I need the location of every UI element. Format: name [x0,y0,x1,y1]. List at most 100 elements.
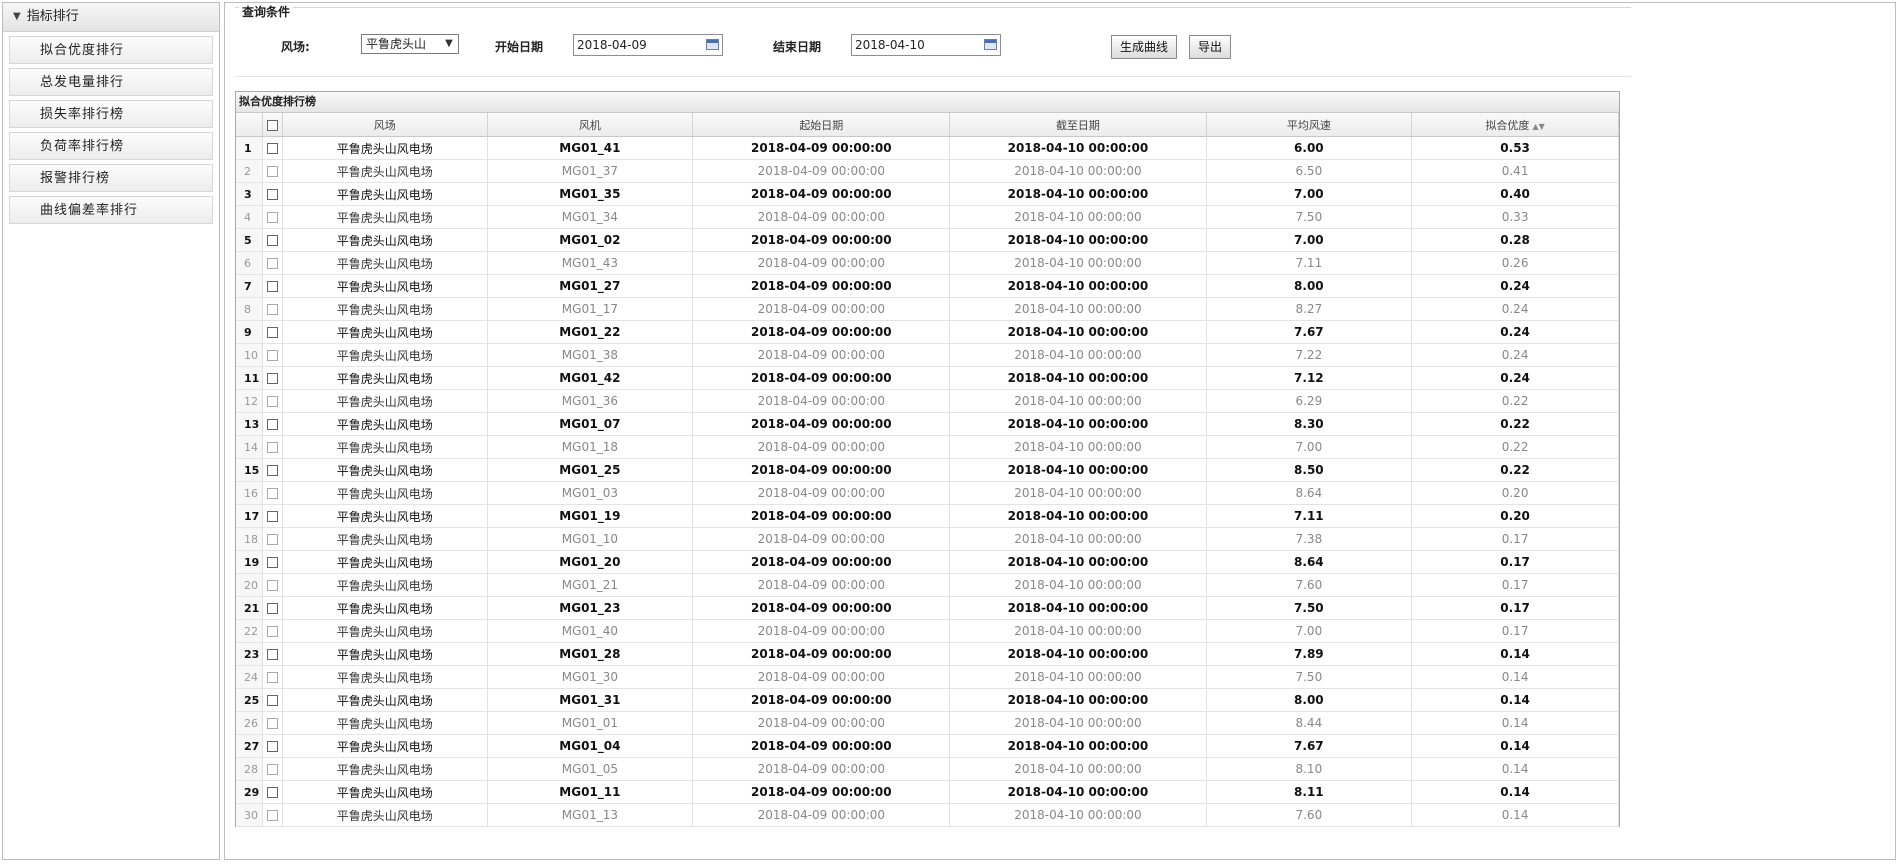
table-row[interactable]: 23 平鲁虎头山风电场 MG01_28 2018-04-09 00:00:00 2018… [236,642,1619,666]
row-checkbox[interactable] [266,603,278,614]
cell-fit-goodness: 0.14 [1411,665,1619,689]
sidebar-item-fit-ranking[interactable]: 拟合优度排行 [9,36,213,64]
column-header-avg-wind-speed[interactable]: 平均风速 [1206,113,1413,137]
row-checkbox[interactable] [266,511,278,522]
cell-fit-goodness: 0.40 [1411,182,1619,206]
row-checkbox[interactable] [266,810,278,821]
select-all-checkbox[interactable] [266,119,278,131]
row-checkbox[interactable] [266,396,278,407]
row-checkbox[interactable] [266,189,278,200]
row-checkbox[interactable] [266,442,278,453]
table-row[interactable]: 7 平鲁虎头山风电场 MG01_27 2018-04-09 00:00:00 2018-… [236,274,1619,298]
cell-turbine: MG01_36 [487,389,694,413]
sort-icon[interactable]: ▲▼ [1532,122,1544,131]
table-row[interactable]: 22 平鲁虎头山风电场 MG01_40 2018-04-09 00:00:00 2018… [236,619,1619,643]
row-checkbox[interactable] [266,672,278,683]
table-row[interactable]: 28 平鲁虎头山风电场 MG01_05 2018-04-09 00:00:00 2018… [236,757,1619,781]
row-checkbox[interactable] [266,626,278,637]
row-checkbox-cell [262,297,283,321]
row-checkbox[interactable] [266,143,278,154]
table-row[interactable]: 13 平鲁虎头山风电场 MG01_07 2018-04-09 00:00:00 2018… [236,412,1619,436]
table-row[interactable]: 26 平鲁虎头山风电场 MG01_01 2018-04-09 00:00:00 2018… [236,711,1619,735]
row-checkbox[interactable] [266,304,278,315]
row-checkbox[interactable] [266,580,278,591]
table-row[interactable]: 4 平鲁虎头山风电场 MG01_34 2018-04-09 00:00:00 2018-… [236,205,1619,229]
row-checkbox[interactable] [266,235,278,246]
row-checkbox[interactable] [266,649,278,660]
cell-start-date: 2018-04-09 00:00:00 [692,274,951,298]
column-header-start-date[interactable]: 起始日期 [692,113,951,137]
generate-curve-button[interactable]: 生成曲线 [1111,35,1178,59]
table-row[interactable]: 29 平鲁虎头山风电场 MG01_11 2018-04-09 00:00:00 2018… [236,780,1619,804]
row-checkbox[interactable] [266,166,278,177]
column-header-turbine[interactable]: 风机 [487,113,694,137]
table-row[interactable]: 8 平鲁虎头山风电场 MG01_17 2018-04-09 00:00:00 2018-… [236,297,1619,321]
row-checkbox[interactable] [266,465,278,476]
row-checkbox[interactable] [266,327,278,338]
row-checkbox[interactable] [266,488,278,499]
cell-start-date: 2018-04-09 00:00:00 [692,665,951,689]
cell-avg-wind-speed: 7.11 [1206,504,1413,528]
table-row[interactable]: 10 平鲁虎头山风电场 MG01_38 2018-04-09 00:00:00 2018… [236,343,1619,367]
table-row[interactable]: 5 平鲁虎头山风电场 MG01_02 2018-04-09 00:00:00 2018-… [236,228,1619,252]
row-checkbox[interactable] [266,695,278,706]
table-row[interactable]: 11 平鲁虎头山风电场 MG01_42 2018-04-09 00:00:00 2018… [236,366,1619,390]
start-date-input[interactable]: 2018-04-09 [573,34,723,56]
table-row[interactable]: 16 平鲁虎头山风电场 MG01_03 2018-04-09 00:00:00 2018… [236,481,1619,505]
column-header-farm[interactable]: 风场 [282,113,488,137]
table-row[interactable]: 12 平鲁虎头山风电场 MG01_36 2018-04-09 00:00:00 2018… [236,389,1619,413]
calendar-icon[interactable] [984,39,997,50]
table-row[interactable]: 2 平鲁虎头山风电场 MG01_37 2018-04-09 00:00:00 2018-… [236,159,1619,183]
table-row[interactable]: 24 平鲁虎头山风电场 MG01_30 2018-04-09 00:00:00 2018… [236,665,1619,689]
cell-farm: 平鲁虎头山风电场 [282,320,488,344]
table-row[interactable]: 21 平鲁虎头山风电场 MG01_23 2018-04-09 00:00:00 2018… [236,596,1619,620]
table-row[interactable]: 3 平鲁虎头山风电场 MG01_35 2018-04-09 00:00:00 2018-… [236,182,1619,206]
cell-fit-goodness: 0.22 [1411,435,1619,459]
row-checkbox-cell [262,435,283,459]
column-header-end-date[interactable]: 截至日期 [949,113,1207,137]
row-checkbox-cell [262,228,283,252]
row-checkbox-cell [262,619,283,643]
row-checkbox[interactable] [266,718,278,729]
table-row[interactable]: 6 平鲁虎头山风电场 MG01_43 2018-04-09 00:00:00 2018-… [236,251,1619,275]
cell-farm: 平鲁虎头山风电场 [282,803,488,827]
sidebar-header[interactable]: ▼ 指标排行 [3,3,219,32]
table-row[interactable]: 30 平鲁虎头山风电场 MG01_13 2018-04-09 00:00:00 2018… [236,803,1619,827]
row-checkbox[interactable] [266,557,278,568]
row-checkbox[interactable] [266,741,278,752]
row-checkbox[interactable] [266,373,278,384]
cell-end-date: 2018-04-10 00:00:00 [949,182,1207,206]
row-checkbox[interactable] [266,350,278,361]
table-row[interactable]: 27 平鲁虎头山风电场 MG01_04 2018-04-09 00:00:00 2018… [236,734,1619,758]
row-checkbox[interactable] [266,764,278,775]
collapse-triangle-icon[interactable]: ▼ [13,3,21,31]
sidebar-item-total-power-ranking[interactable]: 总发电量排行 [9,68,213,96]
row-checkbox[interactable] [266,787,278,798]
farm-select[interactable]: 平鲁虎头山 ▼ [361,34,459,54]
sidebar-item-loss-rate-ranking[interactable]: 损失率排行榜 [9,100,213,128]
cell-start-date: 2018-04-09 00:00:00 [692,205,951,229]
sidebar-item-alarm-ranking[interactable]: 报警排行榜 [9,164,213,192]
chevron-down-icon[interactable]: ▼ [443,37,455,51]
row-checkbox[interactable] [266,281,278,292]
calendar-icon[interactable] [706,39,719,50]
table-row[interactable]: 9 平鲁虎头山风电场 MG01_22 2018-04-09 00:00:00 2018-… [236,320,1619,344]
end-date-input[interactable]: 2018-04-10 [851,34,1001,56]
table-row[interactable]: 15 平鲁虎头山风电场 MG01_25 2018-04-09 00:00:00 2018… [236,458,1619,482]
row-checkbox[interactable] [266,258,278,269]
table-row[interactable]: 14 平鲁虎头山风电场 MG01_18 2018-04-09 00:00:00 2018… [236,435,1619,459]
table-row[interactable]: 1 平鲁虎头山风电场 MG01_41 2018-04-09 00:00:00 2018-… [236,136,1619,160]
column-header-fit-goodness[interactable]: 拟合优度 ▲▼ [1411,113,1619,137]
table-row[interactable]: 17 平鲁虎头山风电场 MG01_19 2018-04-09 00:00:00 2018… [236,504,1619,528]
table-row[interactable]: 20 平鲁虎头山风电场 MG01_21 2018-04-09 00:00:00 2018… [236,573,1619,597]
cell-start-date: 2018-04-09 00:00:00 [692,251,951,275]
table-row[interactable]: 19 平鲁虎头山风电场 MG01_20 2018-04-09 00:00:00 2018… [236,550,1619,574]
table-row[interactable]: 25 平鲁虎头山风电场 MG01_31 2018-04-09 00:00:00 2018… [236,688,1619,712]
row-checkbox[interactable] [266,534,278,545]
row-checkbox[interactable] [266,212,278,223]
export-button[interactable]: 导出 [1189,35,1232,59]
table-row[interactable]: 18 平鲁虎头山风电场 MG01_10 2018-04-09 00:00:00 2018… [236,527,1619,551]
sidebar-item-load-rate-ranking[interactable]: 负荷率排行榜 [9,132,213,160]
row-checkbox[interactable] [266,419,278,430]
sidebar-item-curve-deviation-ranking[interactable]: 曲线偏差率排行 [9,196,213,224]
